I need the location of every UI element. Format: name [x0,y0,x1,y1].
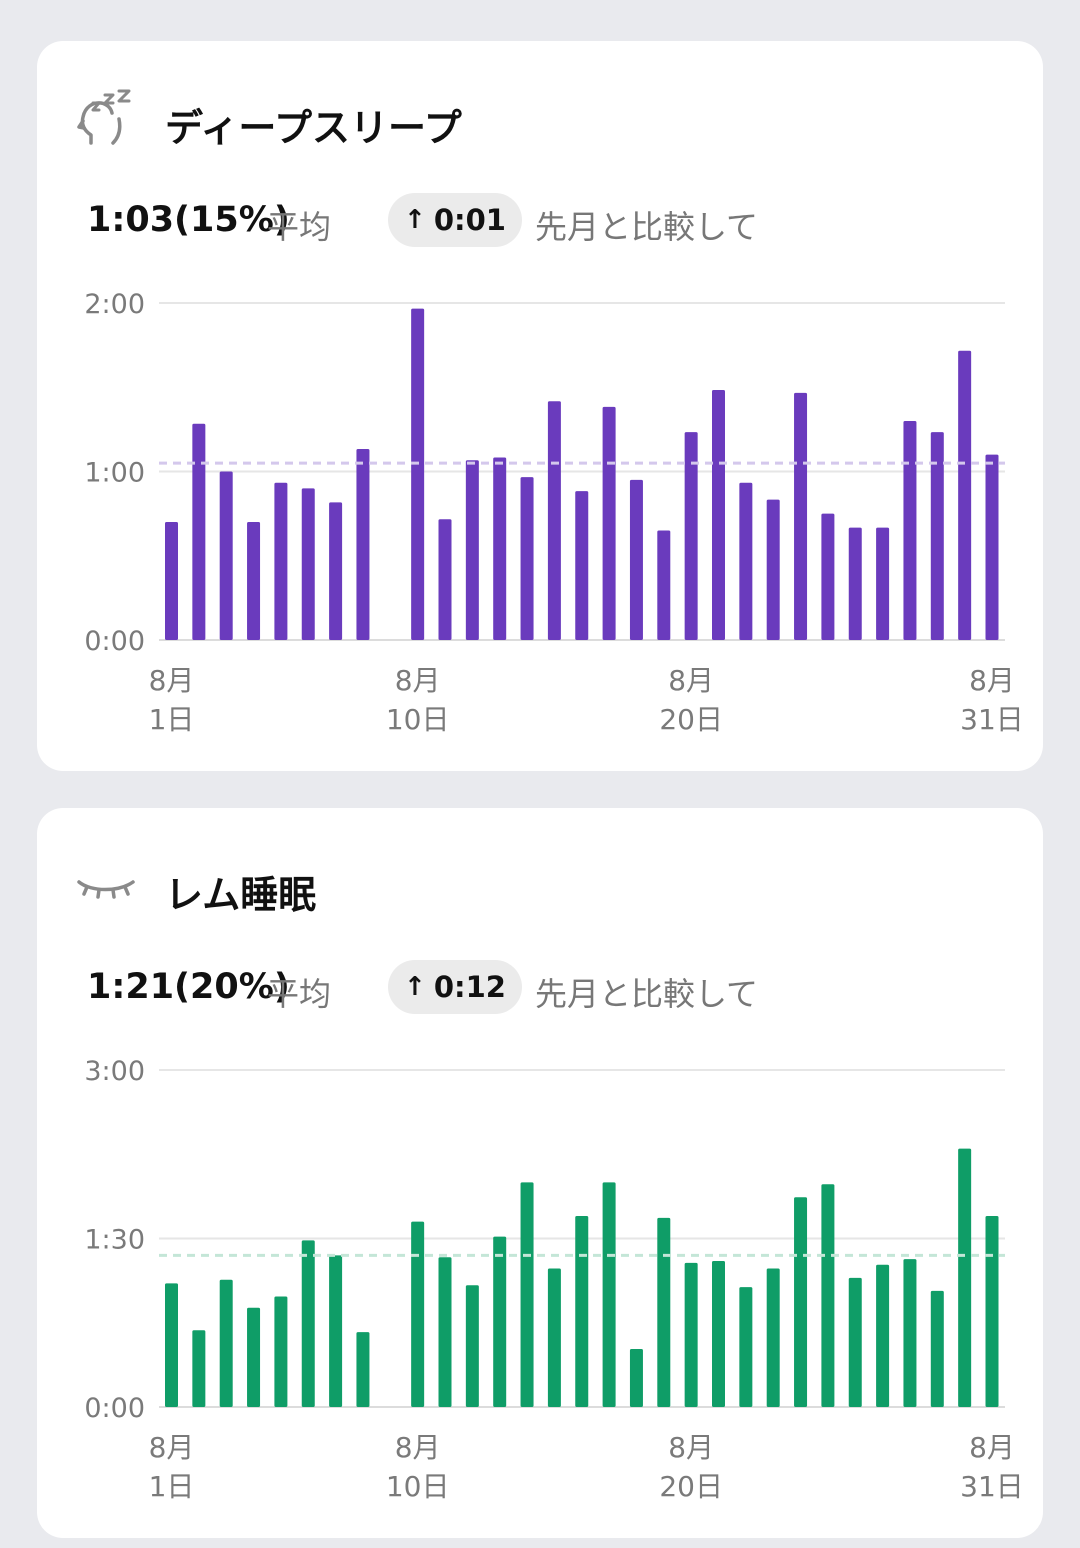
bar-day-3 [219,1279,233,1407]
x-tick-day: 20日 [659,703,723,736]
x-tick-month: 8月 [668,664,714,697]
y-tick-label: 0:00 [84,626,145,657]
x-tick-month: 8月 [149,1431,195,1464]
delta-value: 0:12 [433,970,506,1004]
x-tick-month: 8月 [969,1431,1015,1464]
rem-sleep-card[interactable]: レム睡眠 1:21(20%) 平均 ↑ 0:12 先月と比較して 0:00 1:3… [37,808,1043,1538]
bar-day-28 [903,420,917,640]
bar-day-25 [821,1184,835,1407]
bar-day-22 [739,1287,753,1407]
x-tick-month: 8月 [668,1431,714,1464]
delta-badge: ↑ 0:01 [388,193,522,247]
x-tick-month: 8月 [969,664,1015,697]
average-value: 1:03(15%) [87,200,290,240]
y-tick-label: 2:00 [84,289,145,320]
bar-day-14 [520,1182,534,1407]
card-title: レム睡眠 [165,873,317,917]
bar-day-24 [794,392,808,640]
bar-day-8 [356,449,370,640]
deep-sleep-chart[interactable]: 0:00 1:00 2:00 8月 1日 8月 10日 8月 20日 8月 31日 [37,241,1043,781]
bar-day-6 [301,1240,315,1407]
closed-eye-icon [77,858,135,916]
bar-day-20 [684,1262,698,1407]
bar-day-11 [438,1257,452,1407]
x-tick-month: 8月 [395,1431,441,1464]
bar-day-30 [958,350,972,640]
bar-day-29 [930,1290,944,1407]
x-tick-day: 1日 [149,1470,195,1503]
bar-day-30 [958,1148,972,1407]
bar-day-26 [848,527,862,640]
bar-day-10 [411,308,425,640]
bar-day-28 [903,1259,917,1407]
bar-day-23 [766,1268,780,1407]
bar-day-1 [165,1283,178,1407]
bar-day-23 [766,499,780,640]
average-value: 1:21(20%) [87,967,290,1007]
bar-day-5 [274,482,288,640]
bar-day-7 [329,502,343,640]
bar-day-5 [274,1296,288,1407]
x-tick-day: 1日 [149,703,195,736]
bar-day-7 [329,1255,343,1407]
y-tick-label: 3:00 [84,1056,145,1087]
bar-day-8 [356,1332,370,1407]
bar-day-12 [465,1285,479,1407]
bar-day-11 [438,519,452,640]
bar-day-1 [165,522,178,640]
bar-day-6 [301,488,315,640]
bar-day-10 [411,1221,425,1407]
bar-day-18 [629,1348,643,1407]
bar-day-19 [657,530,671,640]
bar-day-24 [794,1197,808,1407]
bar-day-13 [493,457,507,640]
bar-day-16 [575,491,589,640]
bar-day-27 [876,1264,890,1407]
delta-value: 0:01 [433,203,506,237]
bar-day-4 [247,1307,261,1407]
bar-day-31 [985,1216,999,1407]
bar-day-14 [520,477,534,640]
y-tick-label: 1:30 [84,1225,145,1256]
bar-day-26 [848,1277,862,1407]
arrow-up-icon: ↑ [404,205,426,235]
bar-day-19 [657,1217,671,1407]
bar-day-27 [876,527,890,640]
bar-day-15 [547,1268,561,1407]
x-tick-day: 31日 [960,703,1024,736]
bar-day-2 [192,1330,206,1407]
bar-day-3 [219,471,233,640]
arrow-up-icon: ↑ [404,972,426,1002]
bar-day-16 [575,1216,589,1407]
bar-day-15 [547,401,561,640]
x-tick-day: 31日 [960,1470,1024,1503]
x-tick-day: 10日 [386,703,450,736]
sleeping-head-icon [77,89,135,147]
delta-badge: ↑ 0:12 [388,960,522,1014]
bar-day-12 [465,460,479,640]
bar-day-21 [712,1260,725,1407]
bar-day-22 [739,482,753,640]
bar-day-13 [493,1236,507,1407]
bar-day-2 [192,423,206,640]
x-tick-day: 10日 [386,1470,450,1503]
bar-day-25 [821,513,835,640]
x-tick-month: 8月 [149,664,195,697]
bar-day-21 [712,390,725,640]
x-tick-month: 8月 [395,664,441,697]
bar-day-17 [602,406,616,640]
bar-day-17 [602,1182,616,1407]
bar-day-31 [985,454,999,640]
y-tick-label: 1:00 [84,458,145,489]
x-tick-day: 20日 [659,1470,723,1503]
rem-sleep-chart[interactable]: 0:00 1:30 3:00 8月 1日 8月 10日 8月 20日 8月 31日 [37,1008,1043,1548]
deep-sleep-card[interactable]: ディープスリープ 1:03(15%) 平均 ↑ 0:01 先月と比較して 0:0… [37,41,1043,771]
card-title: ディープスリープ [165,106,462,150]
y-tick-label: 0:00 [84,1393,145,1424]
bar-day-4 [247,522,261,640]
bar-day-18 [629,479,643,640]
